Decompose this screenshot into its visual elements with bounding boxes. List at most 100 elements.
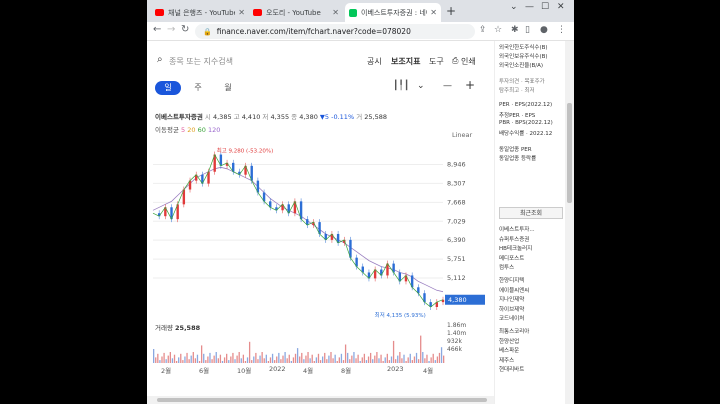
volume-bar	[280, 359, 282, 363]
volume-bar	[378, 358, 380, 363]
volume-bar	[261, 352, 263, 363]
recent-stock-item[interactable]: 메디포스트	[499, 254, 524, 262]
volume-bar	[326, 359, 328, 363]
share-icon[interactable]: ⇪	[479, 25, 487, 35]
volume-bar	[359, 361, 361, 363]
recent-stock-item[interactable]: 코드네이처	[499, 314, 524, 322]
sidebar-info-item: 배당수익률 · 2022.12	[499, 131, 553, 137]
tab-youtube-2[interactable]: 오도리 - YouTube ✕	[249, 3, 343, 22]
scrollbar-thumb[interactable]	[157, 398, 487, 402]
recent-stock-item[interactable]: 한양디지텍	[499, 276, 524, 284]
recent-stock-item[interactable]: 슈퍼투스증권	[499, 235, 529, 243]
recent-stock-item[interactable]: 현대리바트	[499, 365, 524, 373]
recent-stock-item[interactable]: 하이브제약	[499, 305, 524, 313]
minimize-button[interactable]: —	[525, 2, 534, 12]
recent-stock-item[interactable]: 한양산업	[499, 337, 519, 345]
close-value: 4,380	[299, 113, 318, 121]
recent-stock-item[interactable]: 지나인제약	[499, 295, 524, 303]
tab-youtube-1[interactable]: 채널 은행즈 - YouTube ✕	[151, 3, 249, 22]
volume-bar	[184, 356, 186, 363]
candlestick-icon[interactable]: ┃╿┃	[393, 81, 409, 91]
volume-tick-label: 466k	[447, 346, 462, 353]
volume-bar	[269, 357, 272, 363]
volume-bar	[190, 355, 192, 363]
search-input[interactable]: 종목 또는 지수검색	[169, 56, 233, 67]
volume-label: 거	[356, 113, 363, 121]
link-disclosure[interactable]: 공시	[367, 56, 382, 67]
print-icon[interactable]: ⎙	[452, 56, 458, 66]
scrollbar[interactable]	[565, 41, 574, 404]
bookmark-star-icon[interactable]: ☆	[494, 25, 502, 35]
recent-stock-item[interactable]: 제주스	[499, 356, 514, 364]
scrollbar-thumb[interactable]	[567, 103, 572, 203]
volume-bar	[169, 352, 171, 363]
volume-bar	[226, 353, 228, 363]
recent-views-tab[interactable]: 최근조회	[499, 207, 563, 219]
volume-bar	[397, 355, 399, 363]
x-tick-label: 10월	[237, 367, 252, 375]
volume-bar	[434, 360, 436, 363]
recent-stock-item[interactable]: 이베스트투자...	[499, 225, 535, 233]
ma-label: 이동평균	[155, 126, 179, 134]
zoom-out-button[interactable]: —	[443, 81, 452, 91]
chevron-down-icon[interactable]: ⌄	[417, 81, 425, 91]
link-tools[interactable]: 도구	[429, 56, 444, 67]
chevron-down-icon[interactable]: ⌄	[510, 2, 518, 12]
reload-button[interactable]: ↻	[181, 24, 189, 35]
volume-bar	[175, 361, 178, 363]
volume-bar	[313, 361, 315, 363]
recent-stock-item[interactable]: 최통스코리아	[499, 327, 529, 335]
volume-bar	[284, 352, 286, 363]
extensions-icon[interactable]: ✱	[511, 25, 519, 35]
moving-average-legend: 이동평균 5 20 60 120	[155, 124, 220, 134]
tab-daily[interactable]: 일	[155, 81, 181, 95]
sidebar-info-item: 추정PER · EPS	[499, 113, 536, 119]
volume-bar	[342, 360, 345, 363]
close-icon[interactable]: ✕	[430, 8, 437, 17]
recent-stock-item[interactable]: 베스파운	[499, 346, 519, 354]
new-tab-button[interactable]: +	[446, 4, 456, 18]
tab-weekly[interactable]: 주	[185, 81, 211, 95]
close-icon[interactable]: ✕	[238, 8, 245, 17]
forward-button[interactable]: →	[167, 24, 175, 35]
recent-stock-item[interactable]: 컴투스	[499, 263, 514, 271]
volume-tick-label: 1.86m	[447, 322, 466, 329]
sidepanel-icon[interactable]: ▯	[525, 25, 530, 35]
horizontal-scrollbar[interactable]	[147, 396, 494, 404]
volume-bar	[351, 355, 353, 363]
recent-stock-item[interactable]: HB테크놀러지	[499, 244, 532, 252]
close-window-button[interactable]: ✕	[557, 2, 565, 12]
link-print[interactable]: 인쇄	[461, 56, 476, 67]
menu-icon[interactable]: ⋮	[557, 25, 566, 35]
address-bar[interactable]: 🔒 finance.naver.com/item/fchart.naver?co…	[195, 24, 475, 39]
volume-bar	[230, 356, 232, 363]
scale-mode[interactable]: Linear	[452, 131, 472, 139]
maximize-button[interactable]: ☐	[541, 2, 549, 12]
sidebar-info-item: PBR · BPS(2022.12)	[499, 120, 553, 126]
volume-bar	[440, 347, 443, 363]
url-text: finance.naver.com/item/fchart.naver?code…	[216, 27, 411, 36]
volume-bar	[336, 361, 338, 363]
volume-bar	[182, 360, 184, 363]
tab-naver-finance[interactable]: 이베스트투자증권 : 네이 ✕	[345, 3, 441, 22]
volume-bar	[424, 358, 426, 363]
current-price-label: 4,380	[448, 296, 467, 304]
search-icon[interactable]: ⌕	[157, 54, 163, 65]
avatar[interactable]: ●	[540, 25, 548, 35]
max-annotation: 최고 9,280 (-53.20%)	[217, 147, 274, 155]
volume-bar	[205, 360, 207, 363]
link-indicators[interactable]: 보조지표	[391, 56, 420, 67]
volume-bar	[438, 352, 441, 363]
recent-stock-item[interactable]: 에이블씨엔씨	[499, 286, 529, 294]
volume-bar	[228, 360, 230, 363]
x-tick-label: 2월	[161, 367, 172, 375]
volume-bar	[165, 359, 167, 363]
volume-bar	[294, 353, 297, 363]
close-icon[interactable]: ✕	[332, 8, 339, 17]
volume-bar	[415, 352, 418, 363]
volume-bar	[428, 361, 430, 363]
zoom-in-button[interactable]: +	[465, 78, 475, 92]
tab-monthly[interactable]: 월	[215, 81, 241, 95]
back-button[interactable]: ←	[153, 24, 161, 35]
volume-bar	[234, 359, 236, 363]
